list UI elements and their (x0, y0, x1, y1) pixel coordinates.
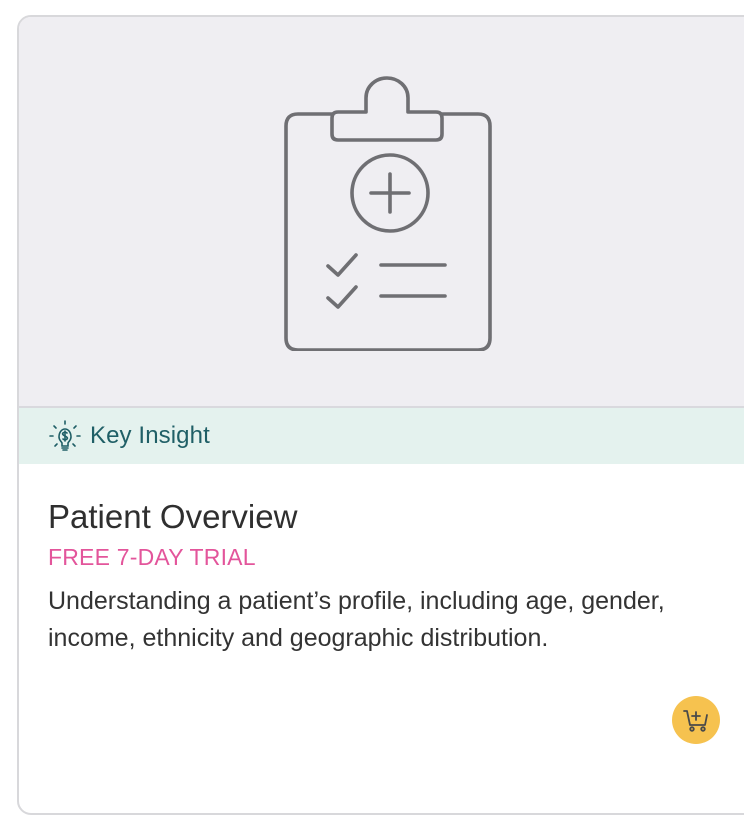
trial-label: FREE 7-DAY TRIAL (48, 544, 256, 570)
card-content: Patient Overview FREE 7-DAY TRIAL Unders… (48, 497, 744, 657)
card-description: Understanding a patient’s profile, inclu… (48, 587, 665, 652)
card-hero (19, 17, 744, 408)
card-title[interactable]: Patient Overview (48, 497, 744, 537)
key-insight-badge: Key Insight (19, 408, 744, 464)
badge-label: Key Insight (90, 422, 210, 449)
lightbulb-dollar-icon (49, 420, 81, 451)
add-to-cart-button[interactable] (672, 696, 720, 744)
add-to-cart-icon (683, 710, 708, 732)
clipboard-medical-check-icon (284, 76, 492, 351)
product-card[interactable]: Key Insight Patient Overview FREE 7-DAY … (17, 15, 744, 815)
